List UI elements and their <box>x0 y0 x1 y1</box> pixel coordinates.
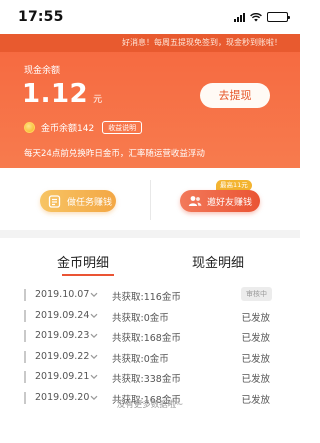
chevron-down-icon[interactable] <box>90 372 98 383</box>
cash-balance: 1.12 元 <box>22 79 102 109</box>
status-badge: 已发放 <box>241 374 270 386</box>
section-divider <box>0 230 300 238</box>
tab-cash-details[interactable]: 现金明细 <box>192 252 244 271</box>
status-icons <box>234 12 290 22</box>
task-list-icon <box>47 194 62 209</box>
notice-bar: 好消息！每周五提现免签到，现金秒到账啦！ <box>0 34 300 52</box>
row-marker <box>24 371 26 384</box>
cash-amount: 1.12 <box>22 79 89 109</box>
row-marker <box>24 350 26 363</box>
coin-detail-list: 2019.10.07 共获取:116金币 审核中 2019.09.24 共获取:0金币已… <box>0 286 300 410</box>
row-marker <box>24 289 26 301</box>
battery-icon <box>267 12 290 22</box>
record-date: 2019.09.21 <box>35 371 90 383</box>
cash-balance-label: 现金余额 <box>24 66 61 76</box>
chevron-down-icon[interactable] <box>90 331 98 342</box>
exchange-note: 每天24点前兑换昨日金币，汇率随运营收益浮动 <box>24 149 205 159</box>
row-marker <box>24 309 26 322</box>
row-marker <box>24 330 26 343</box>
coin-balance-row: 金币余额142 收益说明 <box>24 121 143 134</box>
detail-tabs: 金币明细 现金明细 <box>0 238 300 286</box>
coin-balance: 金币余额142 <box>41 124 95 134</box>
withdraw-button[interactable]: 去提现 <box>200 83 270 108</box>
status-bar: 17:55 <box>0 0 300 34</box>
list-item[interactable]: 2019.10.07 共获取:116金币 审核中 <box>0 286 300 307</box>
earn-actions: 做任务赚钱 最高11元 邀好友赚钱 <box>0 168 300 230</box>
coins-earned: 共获取:0金币 <box>112 312 169 324</box>
record-date: 2019.09.23 <box>35 330 90 342</box>
coins-earned: 共获取:338金币 <box>112 374 181 386</box>
no-more-data-note: 没有更多数据啦~ <box>116 400 184 410</box>
status-badge: 已发放 <box>241 312 270 324</box>
invite-friends-label: 邀好友赚钱 <box>207 197 253 208</box>
do-tasks-label: 做任务赚钱 <box>67 197 113 208</box>
do-tasks-button[interactable]: 做任务赚钱 <box>40 190 116 212</box>
cash-unit: 元 <box>93 95 103 105</box>
status-badge: 已发放 <box>241 333 270 345</box>
coin-icon <box>24 122 35 133</box>
income-info-button[interactable]: 收益说明 <box>102 121 143 134</box>
list-item[interactable]: 2019.09.24 共获取:0金币 已发放 <box>0 307 300 328</box>
active-tab-indicator <box>62 274 114 276</box>
list-item[interactable]: 2019.09.23 共获取:168金币 已发放 <box>0 327 300 348</box>
friends-icon <box>187 194 202 209</box>
chevron-down-icon[interactable] <box>90 311 98 322</box>
wifi-icon <box>250 12 262 22</box>
coins-earned: 共获取:0金币 <box>112 353 169 365</box>
list-item[interactable]: 2019.09.21 共获取:338金币 已发放 <box>0 368 300 389</box>
record-date: 2019.10.07 <box>35 289 90 300</box>
coins-earned: 共获取:168金币 <box>112 333 181 345</box>
list-item[interactable]: 2019.09.22 共获取:0金币 已发放 <box>0 348 300 369</box>
invite-friends-button[interactable]: 邀好友赚钱 <box>180 190 260 212</box>
record-date: 2019.09.24 <box>35 309 90 321</box>
balance-banner: 好消息！每周五提现免签到，现金秒到账啦！ 现金余额 1.12 元 去提现 金币余… <box>0 34 300 168</box>
status-badge: 已发放 <box>241 353 270 365</box>
tab-coin-details[interactable]: 金币明细 <box>57 252 109 271</box>
record-date: 2019.09.22 <box>35 350 90 362</box>
status-badge: 审核中 <box>241 287 272 301</box>
action-divider <box>150 180 151 220</box>
coins-earned: 共获取:116金币 <box>112 292 181 303</box>
chevron-down-icon[interactable] <box>90 290 98 301</box>
cellular-signal-icon <box>234 12 245 22</box>
status-time: 17:55 <box>18 9 64 25</box>
chevron-down-icon[interactable] <box>90 352 98 363</box>
